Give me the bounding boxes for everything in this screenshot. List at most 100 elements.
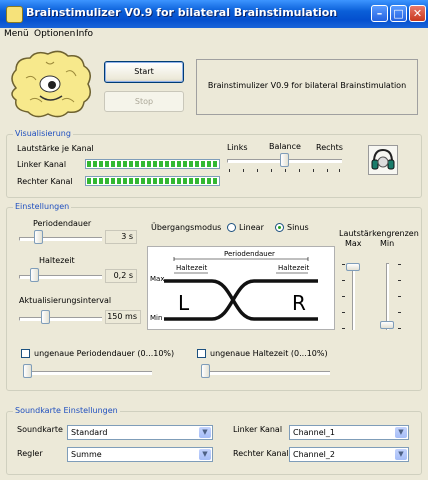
aktualisierung-label: Aktualisierungsinterval — [19, 296, 112, 305]
einstellungen-group: Einstellungen Periodendauer 3 s Haltezei… — [6, 202, 422, 391]
diagram-min-label: Min — [150, 314, 163, 322]
ungenau-halte-checkbox[interactable] — [197, 349, 206, 358]
close-button[interactable]: ✕ — [409, 5, 426, 22]
aktualisierung-slider-thumb[interactable] — [40, 310, 50, 324]
soundkarte-select[interactable]: Standard ▼ — [67, 425, 213, 440]
ungenau-periode-checkbox[interactable] — [21, 349, 30, 358]
periodendauer-slider-track[interactable] — [19, 237, 102, 241]
minimize-button[interactable]: – — [371, 5, 388, 22]
max-slider-thumb[interactable] — [346, 263, 360, 271]
periodendauer-label: Periodendauer — [33, 219, 92, 228]
visualisierung-title: Visualisierung — [13, 129, 73, 138]
balance-tick — [313, 169, 314, 172]
rechter-kanal-select-value: Channel_2 — [293, 450, 335, 459]
uebergangsmodus-label: Übergangsmodus — [151, 223, 222, 232]
haltezeit-value: 0,2 s — [105, 269, 137, 283]
min-tick — [398, 312, 401, 313]
soundkarte-title: Soundkarte Einstellungen — [13, 406, 120, 415]
haltezeit-slider-thumb[interactable] — [29, 268, 39, 282]
stop-button[interactable]: Stop — [104, 91, 184, 112]
ungenau-halte-slider-thumb[interactable] — [201, 364, 210, 378]
title-bar[interactable]: Brainstimulizer V0.9 for bilateral Brain… — [0, 0, 428, 28]
menu-bar: Menü Optionen Info — [0, 28, 428, 42]
linear-radio[interactable] — [227, 223, 236, 232]
balance-label: Balance — [269, 142, 301, 151]
right-channel-meter — [85, 176, 220, 186]
diagram-periodendauer-label: Periodendauer — [224, 250, 275, 258]
app-icon — [6, 6, 23, 23]
min-slider-track[interactable] — [386, 263, 389, 330]
menu-item-menue[interactable]: Menü — [4, 29, 29, 39]
chevron-down-icon[interactable]: ▼ — [395, 427, 407, 438]
diagram-max-label: Max — [150, 275, 165, 283]
diagram-haltezeit-right-label: Haltezeit — [278, 264, 310, 272]
main-window: Brainstimulizer V0.9 for bilateral Brain… — [0, 0, 428, 480]
menu-item-optionen[interactable]: Optionen — [34, 29, 75, 39]
menu-item-info[interactable]: Info — [76, 29, 93, 39]
ungenau-periode-slider-thumb[interactable] — [23, 364, 32, 378]
transition-diagram: Periodendauer Haltezeit Haltezeit Max Mi… — [147, 246, 335, 330]
max-tick — [342, 264, 345, 265]
max-label: Max — [345, 239, 362, 248]
maximize-icon: □ — [393, 7, 404, 20]
min-tick — [398, 264, 401, 265]
min-slider-thumb[interactable] — [380, 321, 394, 329]
linear-label[interactable]: Linear — [239, 223, 264, 232]
diagram-right-letter: R — [292, 291, 306, 315]
soundkarte-select-value: Standard — [71, 428, 108, 437]
linker-kanal-label: Linker Kanal — [233, 425, 283, 434]
info-text: Brainstimulizer V0.9 for bilateral Brain… — [207, 81, 407, 90]
regler-select[interactable]: Summe ▼ — [67, 447, 213, 462]
rechter-kanal-select[interactable]: Channel_2 ▼ — [289, 447, 409, 462]
lautstaerkegrenzen-label: Lautstärkengrenzen — [339, 229, 419, 238]
linker-kanal-select-value: Channel_1 — [293, 428, 335, 437]
periodendauer-value: 3 s — [105, 230, 137, 244]
linker-kanal-select[interactable]: Channel_1 ▼ — [289, 425, 409, 440]
ungenau-periode-slider-track[interactable] — [23, 371, 152, 375]
diagram-left-letter: L — [178, 291, 190, 315]
info-box: Brainstimulizer V0.9 for bilateral Brain… — [196, 59, 418, 115]
regler-select-value: Summe — [71, 450, 102, 459]
chevron-down-icon[interactable]: ▼ — [199, 449, 211, 460]
min-tick — [398, 328, 401, 329]
right-channel-meter-fill — [87, 178, 218, 184]
balance-tick — [339, 169, 340, 172]
rechter-kanal-label: Rechter Kanal — [233, 449, 289, 458]
balance-left-label: Links — [227, 143, 248, 152]
sinus-label[interactable]: Sinus — [287, 223, 309, 232]
balance-tick — [257, 169, 258, 172]
aktualisierung-slider-track[interactable] — [19, 317, 102, 321]
level-label: Lautstärke je Kanal — [17, 144, 94, 153]
min-tick — [398, 296, 401, 297]
diagram-haltezeit-left-label: Haltezeit — [176, 264, 208, 272]
max-tick — [342, 280, 345, 281]
balance-tick — [327, 169, 328, 172]
haltezeit-label: Haltezeit — [39, 256, 75, 265]
start-button[interactable]: Start — [104, 61, 184, 83]
left-channel-meter-fill — [87, 161, 218, 167]
max-tick — [342, 296, 345, 297]
sinus-radio[interactable] — [275, 223, 284, 232]
balance-right-label: Rechts — [316, 143, 343, 152]
ungenau-halte-slider-track[interactable] — [201, 371, 330, 375]
balance-tick — [229, 169, 230, 172]
close-icon: ✕ — [412, 7, 423, 20]
maximize-button[interactable]: □ — [390, 5, 407, 22]
ungenau-periode-label[interactable]: ungenaue Periodendauer (0...10%) — [34, 349, 174, 358]
balance-slider-thumb[interactable] — [279, 153, 289, 167]
soundkarte-label: Soundkarte — [17, 425, 63, 434]
balance-tick — [299, 169, 300, 172]
headphones-button[interactable] — [368, 145, 398, 175]
brain-logo — [6, 48, 96, 122]
chevron-down-icon[interactable]: ▼ — [395, 449, 407, 460]
min-label: Min — [380, 239, 395, 248]
visualisierung-group: Visualisierung Lautstärke je Kanal Linke… — [6, 129, 422, 198]
max-slider-track[interactable] — [352, 263, 355, 330]
chevron-down-icon[interactable]: ▼ — [199, 427, 211, 438]
max-tick — [342, 312, 345, 313]
min-tick — [398, 280, 401, 281]
ungenau-halte-label[interactable]: ungenaue Haltezeit (0...10%) — [210, 349, 328, 358]
window-title: Brainstimulizer V0.9 for bilateral Brain… — [26, 6, 338, 19]
periodendauer-slider-thumb[interactable] — [33, 230, 43, 244]
balance-tick — [285, 169, 286, 172]
